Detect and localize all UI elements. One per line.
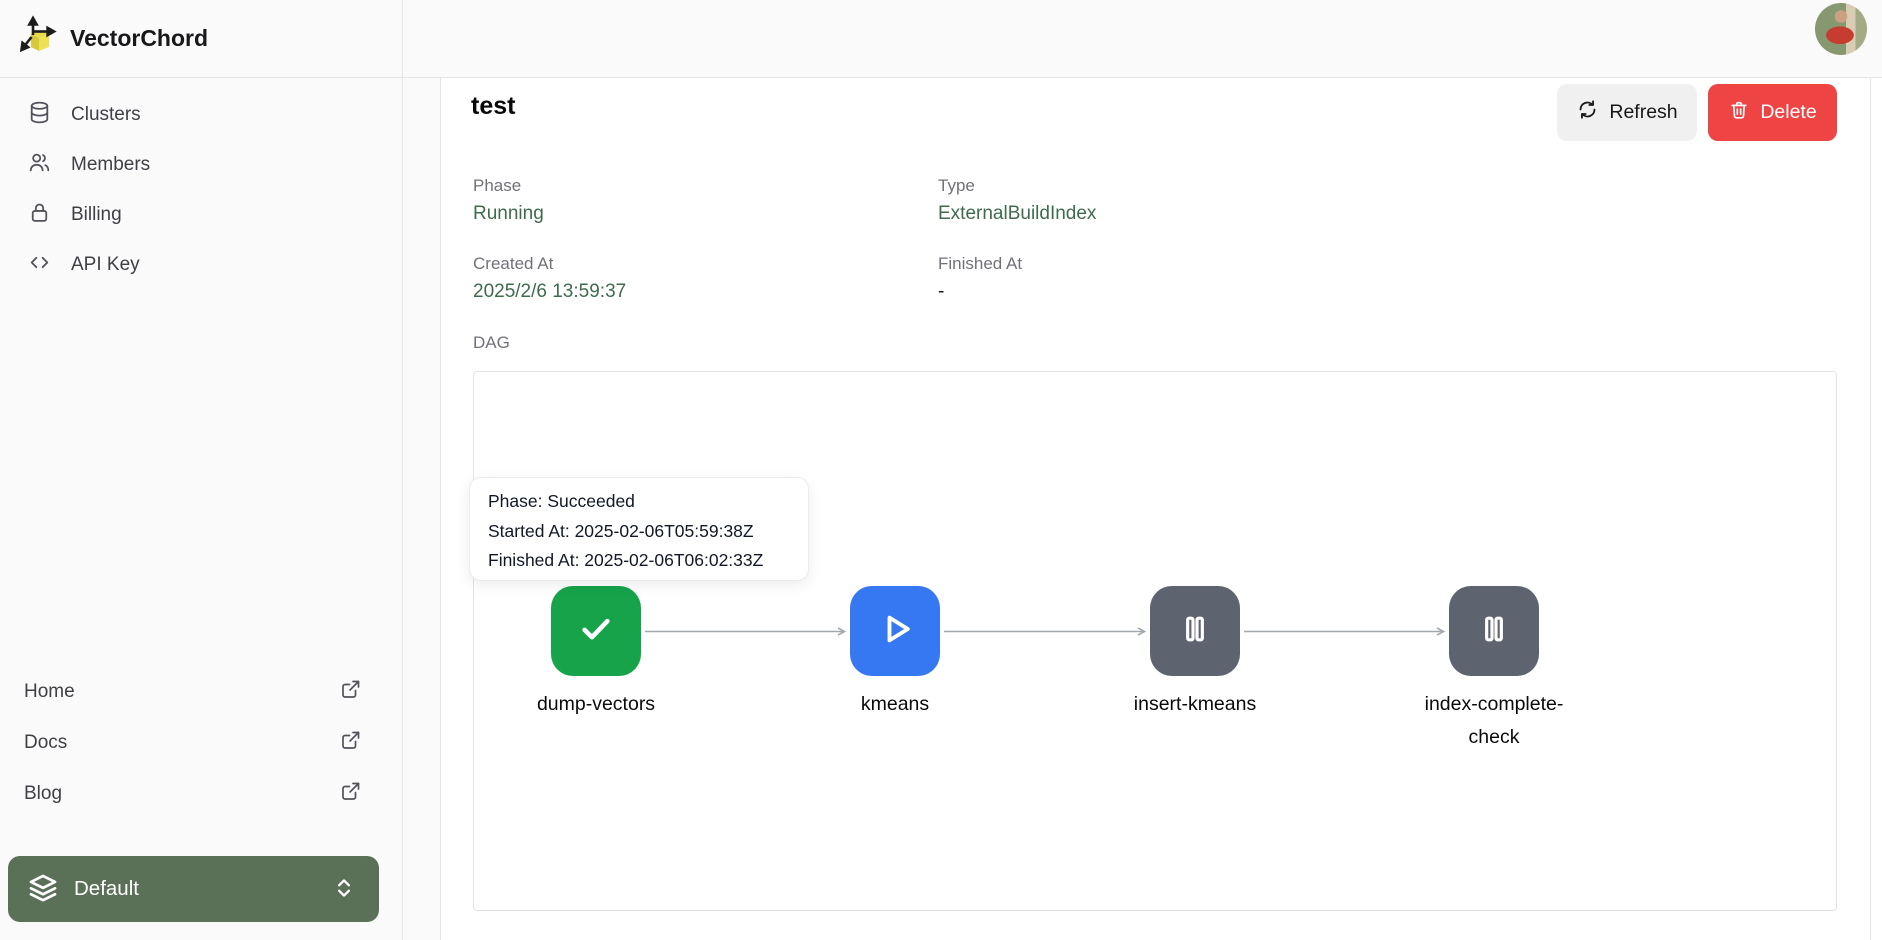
check-icon (575, 608, 617, 655)
sidebar-item-label: Billing (71, 204, 122, 226)
sidebar-link-label: Blog (24, 783, 62, 805)
pause-icon (1474, 609, 1514, 654)
sidebar-item-clusters[interactable]: Clusters (0, 94, 402, 136)
play-icon (873, 607, 917, 656)
page-title: test (471, 92, 515, 121)
sidebar: VectorChord Clusters (0, 0, 403, 940)
external-link-icon (339, 779, 363, 809)
dag-node-label: kmeans (810, 688, 980, 721)
vectorchord-logo-icon (18, 14, 62, 63)
dag-node-index-complete-check[interactable] (1449, 586, 1539, 676)
sidebar-link-home[interactable]: Home (0, 672, 402, 712)
sidebar-item-api-key[interactable]: API Key (0, 244, 402, 286)
brand-name: VectorChord (70, 25, 208, 52)
brand-header[interactable]: VectorChord (0, 0, 402, 78)
tooltip-finished-at: Finished At: 2025-02-06T06:02:33Z (488, 546, 790, 576)
app-root: VectorChord Clusters (0, 0, 1882, 940)
sidebar-link-blog[interactable]: Blog (0, 774, 402, 814)
node-status-tooltip: Phase: Succeeded Started At: 2025-02-06T… (469, 477, 809, 581)
dag-canvas[interactable]: dump-vectors kmeans insert-kmeans index-… (473, 371, 1837, 911)
dag-node-kmeans[interactable] (850, 586, 940, 676)
phase-value: Running (473, 203, 544, 225)
chevrons-up-down-icon (331, 875, 357, 904)
phase-label: Phase (473, 176, 521, 196)
project-switcher-label: Default (74, 877, 139, 901)
dag-node-label: index-complete-check (1409, 688, 1579, 754)
finished-at-label: Finished At (938, 254, 1022, 274)
external-link-icon (339, 728, 363, 758)
user-avatar[interactable] (1815, 3, 1867, 55)
created-at-label: Created At (473, 254, 553, 274)
sidebar-item-label: Clusters (71, 104, 141, 126)
type-label: Type (938, 176, 975, 196)
layers-icon (26, 871, 60, 908)
dag-label: DAG (473, 333, 510, 353)
sidebar-link-label: Home (24, 681, 75, 703)
refresh-button-label: Refresh (1609, 101, 1677, 124)
users-icon (27, 150, 52, 181)
project-switcher-button[interactable]: Default (8, 856, 379, 922)
sidebar-item-label: Members (71, 154, 150, 176)
external-link-icon (339, 677, 363, 707)
dag-node-dump-vectors[interactable] (551, 586, 641, 676)
sidebar-item-billing[interactable]: Billing (0, 194, 402, 236)
dag-node-insert-kmeans[interactable] (1150, 586, 1240, 676)
delete-button[interactable]: Delete (1708, 84, 1837, 141)
sidebar-links: Home Docs Blog (0, 672, 402, 814)
dag-node-label: dump-vectors (511, 688, 681, 721)
type-value: ExternalBuildIndex (938, 203, 1096, 225)
code-icon (27, 250, 52, 281)
pause-icon (1175, 609, 1215, 654)
dag-node-label: insert-kmeans (1110, 688, 1280, 721)
refresh-button[interactable]: Refresh (1557, 84, 1697, 141)
database-icon (27, 100, 52, 131)
refresh-icon (1576, 98, 1599, 127)
scrollbar-track[interactable] (1871, 78, 1882, 940)
tooltip-phase: Phase: Succeeded (488, 487, 790, 517)
lock-icon (27, 200, 52, 231)
finished-at-value: - (938, 281, 944, 303)
sidebar-link-label: Docs (24, 732, 67, 754)
trash-icon (1728, 99, 1750, 127)
delete-button-label: Delete (1760, 101, 1816, 124)
sidebar-nav: Clusters Members (0, 94, 402, 286)
sidebar-item-label: API Key (71, 254, 140, 276)
sidebar-item-members[interactable]: Members (0, 144, 402, 186)
created-at-value: 2025/2/6 13:59:37 (473, 281, 626, 303)
tooltip-started-at: Started At: 2025-02-06T05:59:38Z (488, 517, 790, 547)
job-detail-panel: test Refresh Delete (440, 78, 1871, 940)
sidebar-link-docs[interactable]: Docs (0, 723, 402, 763)
